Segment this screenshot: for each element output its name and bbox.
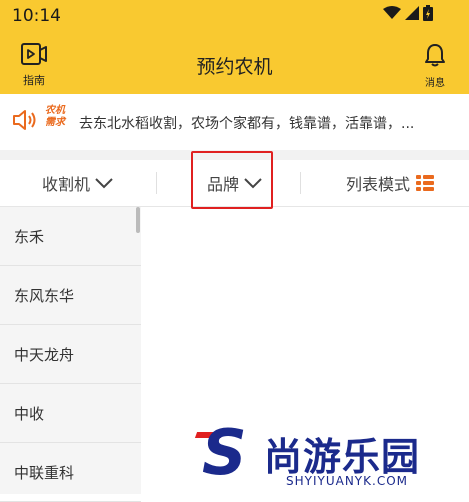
messages-button[interactable]: 消息 <box>417 42 453 89</box>
brand-item[interactable]: 东禾 <box>0 207 141 266</box>
brand-item[interactable]: 中天龙舟 <box>0 325 141 384</box>
type-filter-label: 收割机 <box>42 175 91 194</box>
type-filter[interactable]: 收割机 <box>42 160 114 206</box>
signal-icon <box>405 6 419 20</box>
brand-item[interactable]: 东风东华 <box>0 266 141 325</box>
brand-item[interactable]: 中收 <box>0 384 141 443</box>
watermark-cn: 尚游乐园 <box>264 435 421 479</box>
speaker-icon <box>13 110 36 130</box>
brand-list-scrollbar[interactable] <box>136 207 140 233</box>
wifi-icon <box>383 6 401 19</box>
messages-label: 消息 <box>425 78 445 89</box>
list-grid-icon <box>416 174 435 192</box>
filter-divider <box>300 172 301 194</box>
chevron-down-icon <box>95 178 113 189</box>
view-mode-toggle[interactable]: 列表模式 <box>346 160 435 206</box>
notice-text: 去东北水稻收割，农场个家都有，钱靠谱，活靠谱，... <box>79 116 415 132</box>
watermark: S 尚游乐园 SHYIYUANYK.COM <box>190 418 469 494</box>
view-mode-label: 列表模式 <box>346 175 411 194</box>
app-header: 10:14 指南 预约农机 消息 <box>0 0 469 94</box>
watermark-logo: S <box>202 416 247 489</box>
brand-list: 东禾 东风东华 中天龙舟 中收 中联重科 <box>0 207 141 502</box>
battery-icon <box>423 5 433 21</box>
notice-tag-line1: 农机 <box>45 105 65 116</box>
page-title: 预约农机 <box>196 56 273 78</box>
bell-icon <box>425 44 445 67</box>
notice-tag: 农机 需求 <box>42 105 68 129</box>
brand-highlight-box <box>191 151 273 209</box>
status-icons <box>383 5 433 21</box>
notice-tag-line2: 需求 <box>45 117 65 128</box>
filter-divider <box>156 172 157 194</box>
status-time: 10:14 <box>12 6 61 26</box>
notice-bar[interactable]: 农机 需求 去东北水稻收割，农场个家都有，钱靠谱，活靠谱，... <box>0 94 469 150</box>
watermark-en: SHYIYUANYK.COM <box>286 474 408 488</box>
brand-item[interactable]: 中联重科 <box>0 443 141 502</box>
